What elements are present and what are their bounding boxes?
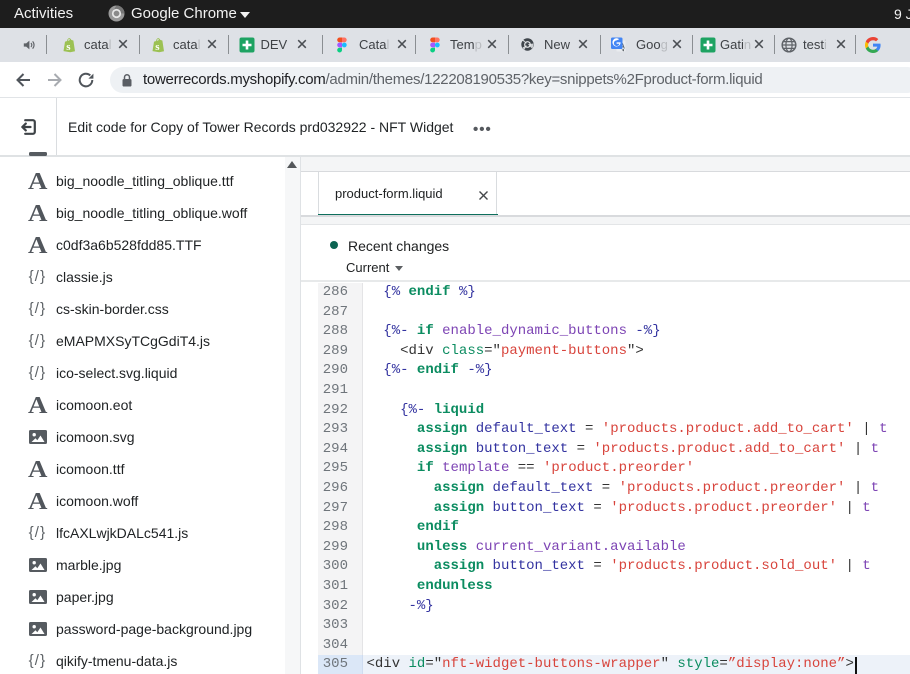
svg-text:s: s [66, 41, 71, 53]
svg-text:s: s [155, 41, 160, 53]
